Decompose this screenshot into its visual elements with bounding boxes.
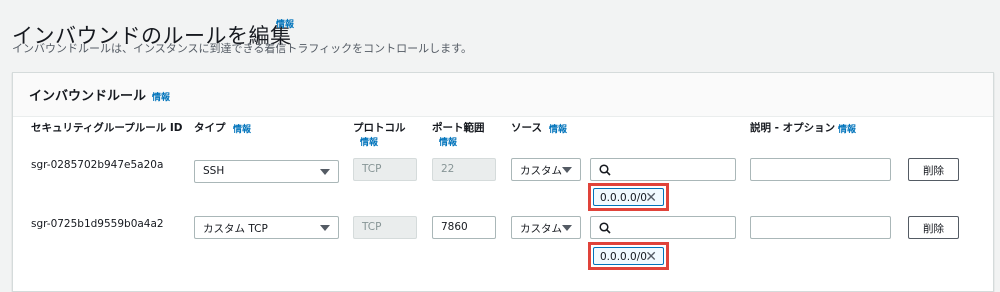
col-type-info-link[interactable]: 情報 <box>233 122 251 135</box>
description-input[interactable] <box>750 216 891 239</box>
type-select[interactable]: カスタム TCP <box>194 216 339 239</box>
title-info-link[interactable]: 情報 <box>276 17 294 30</box>
panel-header: インバウンドルール 情報 <box>13 73 993 117</box>
cidr-token: 0.0.0.0/0 ✕ <box>593 247 664 265</box>
rule-id: sgr-0725b1d9559b0a4a2 <box>31 218 164 230</box>
col-port: ポート範囲 <box>432 122 485 134</box>
search-icon <box>599 222 611 234</box>
cidr-token-label: 0.0.0.0/0 <box>600 192 647 204</box>
col-port-info-link[interactable]: 情報 <box>439 135 457 148</box>
type-select-value: カスタム TCP <box>203 223 268 235</box>
caret-down-icon <box>562 167 572 173</box>
type-select-value: SSH <box>203 165 225 177</box>
protocol-field: TCP <box>353 158 417 181</box>
type-select[interactable]: SSH <box>194 160 339 183</box>
caret-down-icon <box>320 225 330 231</box>
source-type-select[interactable]: カスタム <box>511 158 581 181</box>
col-description: 説明 - オプション <box>750 122 836 134</box>
rule-id: sgr-0285702b947e5a20a <box>31 159 164 171</box>
inbound-rules-panel: インバウンドルール 情報 セキュリティグループルール ID タイプ 情報 プロト… <box>12 72 994 292</box>
cidr-token: 0.0.0.0/0 ✕ <box>593 188 664 206</box>
highlight-box: 0.0.0.0/0 ✕ <box>588 242 669 270</box>
page-description: インバウンドルールは、インスタンスに到達できる着信トラフィックをコントロールしま… <box>12 42 473 55</box>
cidr-search-input[interactable] <box>590 158 736 181</box>
source-type-select[interactable]: カスタム <box>511 216 581 239</box>
col-protocol-info-link[interactable]: 情報 <box>360 135 378 148</box>
port-range-field: 22 <box>432 158 496 181</box>
caret-down-icon <box>320 169 330 175</box>
caret-down-icon <box>562 225 572 231</box>
close-icon[interactable]: ✕ <box>645 250 657 264</box>
source-type-value: カスタム <box>520 223 562 235</box>
col-description-info-link[interactable]: 情報 <box>838 122 856 135</box>
col-source-info-link[interactable]: 情報 <box>549 122 567 135</box>
panel-title: インバウンドルール <box>29 89 147 104</box>
source-type-value: カスタム <box>520 165 562 177</box>
col-rule-id: セキュリティグループルール ID <box>31 122 183 134</box>
cidr-token-label: 0.0.0.0/0 <box>600 251 647 263</box>
highlight-box: 0.0.0.0/0 ✕ <box>588 183 669 211</box>
delete-button[interactable]: 削除 <box>908 158 959 181</box>
port-range-input[interactable]: 7860 <box>432 216 496 239</box>
col-protocol: プロトコル <box>353 122 406 134</box>
description-input[interactable] <box>750 158 891 181</box>
col-source: ソース <box>511 122 542 134</box>
panel-info-link[interactable]: 情報 <box>152 90 170 103</box>
protocol-field: TCP <box>353 216 417 239</box>
delete-button[interactable]: 削除 <box>908 216 959 239</box>
search-icon <box>599 164 611 176</box>
cidr-search-input[interactable] <box>590 216 736 239</box>
col-type: タイプ <box>194 122 226 134</box>
close-icon[interactable]: ✕ <box>645 191 657 205</box>
